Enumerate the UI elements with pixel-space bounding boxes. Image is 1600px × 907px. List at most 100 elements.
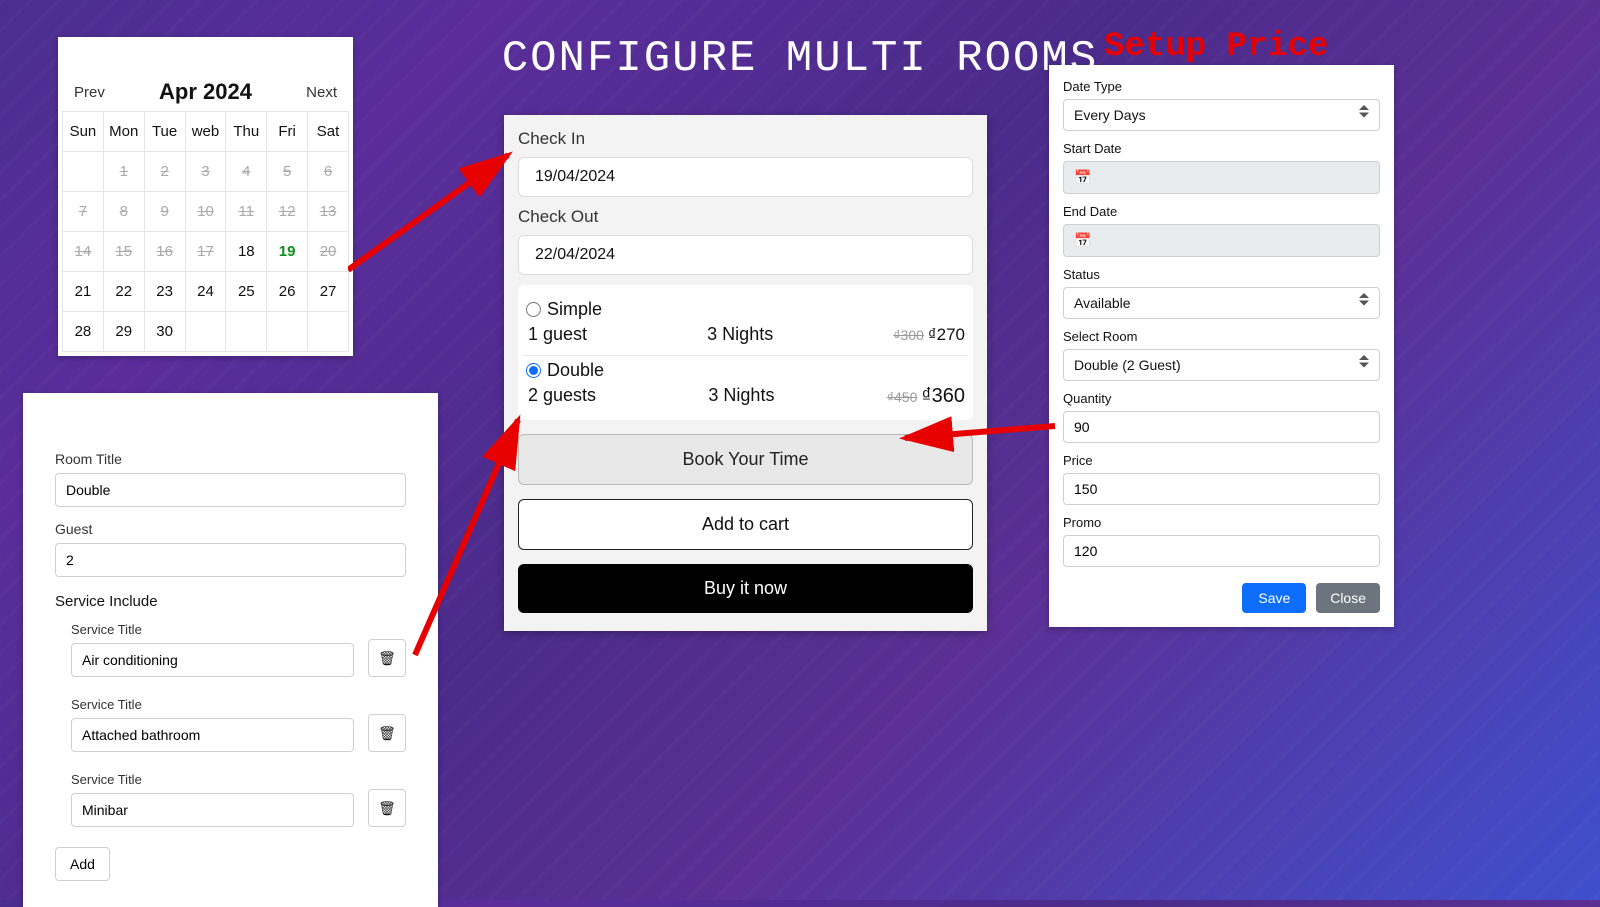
trash-icon: 🗑 — [378, 800, 396, 817]
status-select[interactable]: Available — [1063, 287, 1380, 319]
calendar-day[interactable]: 18 — [226, 232, 267, 272]
calendar-dow: Tue — [144, 112, 185, 152]
service-title-label: Service Title — [71, 622, 354, 637]
calendar-day[interactable]: 1 — [103, 152, 144, 192]
calendar-day[interactable]: 3 — [185, 152, 226, 192]
date-type-label: Date Type — [1063, 79, 1380, 94]
start-date-label: Start Date — [1063, 141, 1380, 156]
prev-month-button[interactable]: Prev — [68, 84, 111, 101]
room-option-radio[interactable] — [526, 363, 541, 378]
calendar-day[interactable]: 12 — [267, 192, 308, 232]
add-service-button[interactable]: Add — [55, 847, 110, 881]
page-title: CONFIGURE MULTI ROOMS — [502, 34, 1099, 84]
room-option-price: ₫360 — [921, 385, 965, 407]
calendar-day[interactable]: 24 — [185, 272, 226, 312]
service-include-heading: Service Include — [55, 593, 406, 610]
buy-now-button[interactable]: Buy it now — [518, 564, 973, 613]
next-month-button[interactable]: Next — [300, 84, 343, 101]
calendar-day[interactable]: 13 — [308, 192, 349, 232]
calendar-month: Apr 2024 — [159, 79, 252, 105]
trash-icon: 🗑 — [378, 725, 396, 742]
calendar-day[interactable]: 2 — [144, 152, 185, 192]
calendar-day[interactable]: 26 — [267, 272, 308, 312]
calendar-day — [308, 312, 349, 352]
promo-label: Promo — [1063, 515, 1380, 530]
room-option-old-price: ₫300 — [893, 327, 924, 343]
service-title-input[interactable] — [71, 793, 354, 827]
calendar-day[interactable]: 15 — [103, 232, 144, 272]
calendar-day — [226, 312, 267, 352]
close-button[interactable]: Close — [1316, 583, 1380, 613]
calendar-day[interactable]: 16 — [144, 232, 185, 272]
add-to-cart-button[interactable]: Add to cart — [518, 499, 973, 550]
checkout-field[interactable]: 22/04/2024 — [518, 235, 973, 275]
calendar-day[interactable]: 11 — [226, 192, 267, 232]
room-option-name: Double — [547, 360, 604, 381]
calendar-day[interactable]: 10 — [185, 192, 226, 232]
configure-room-panel: Room Title Guest Service Include Service… — [23, 393, 438, 907]
setup-price-title: Setup Price — [1104, 28, 1328, 66]
save-button[interactable]: Save — [1242, 583, 1306, 613]
calendar-day[interactable]: 9 — [144, 192, 185, 232]
quantity-label: Quantity — [1063, 391, 1380, 406]
calendar-day[interactable]: 7 — [63, 192, 104, 232]
delete-service-button[interactable]: 🗑 — [368, 639, 406, 677]
date-type-select[interactable]: Every Days — [1063, 99, 1380, 131]
calendar-grid[interactable]: SunMonTuewebThuFriSat 123456789101112131… — [62, 111, 349, 352]
room-option-nights: 3 Nights — [707, 324, 773, 345]
setup-price-panel: Date Type Every Days Start Date 📅 End Da… — [1049, 65, 1394, 627]
calendar-dow: web — [185, 112, 226, 152]
room-option-radio[interactable] — [526, 302, 541, 317]
start-date-input[interactable]: 📅 — [1063, 161, 1380, 194]
calendar-day[interactable]: 22 — [103, 272, 144, 312]
calendar-day[interactable]: 20 — [308, 232, 349, 272]
calendar-day[interactable]: 21 — [63, 272, 104, 312]
calendar-day[interactable]: 6 — [308, 152, 349, 192]
calendar-day[interactable]: 4 — [226, 152, 267, 192]
calendar-panel: Prev Apr 2024 Next SunMonTuewebThuFriSat… — [58, 37, 353, 356]
room-option-guests: 2 guests — [528, 385, 596, 408]
calendar-icon: 📅 — [1074, 169, 1091, 185]
calendar-day[interactable]: 14 — [63, 232, 104, 272]
room-option-name: Simple — [547, 299, 602, 320]
calendar-day — [185, 312, 226, 352]
checkout-label: Check Out — [518, 207, 973, 227]
calendar-icon: 📅 — [1074, 232, 1091, 248]
room-title-input[interactable] — [55, 473, 406, 507]
delete-service-button[interactable]: 🗑 — [368, 714, 406, 752]
book-button[interactable]: Book Your Time — [518, 434, 973, 485]
promo-input[interactable] — [1063, 535, 1380, 567]
guest-input[interactable] — [55, 543, 406, 577]
end-date-label: End Date — [1063, 204, 1380, 219]
calendar-day[interactable]: 8 — [103, 192, 144, 232]
calendar-day[interactable]: 5 — [267, 152, 308, 192]
calendar-day[interactable]: 19 — [267, 232, 308, 272]
calendar-dow: Sat — [308, 112, 349, 152]
end-date-input[interactable]: 📅 — [1063, 224, 1380, 257]
room-select[interactable]: Double (2 Guest) — [1063, 349, 1380, 381]
booking-panel: Check In 19/04/2024 Check Out 22/04/2024… — [504, 115, 987, 631]
status-label: Status — [1063, 267, 1380, 282]
calendar-day[interactable]: 25 — [226, 272, 267, 312]
trash-icon: 🗑 — [378, 650, 396, 667]
select-room-label: Select Room — [1063, 329, 1380, 344]
calendar-dow: Fri — [267, 112, 308, 152]
calendar-dow: Mon — [103, 112, 144, 152]
calendar-day[interactable]: 23 — [144, 272, 185, 312]
checkin-field[interactable]: 19/04/2024 — [518, 157, 973, 197]
delete-service-button[interactable]: 🗑 — [368, 789, 406, 827]
room-option-old-price: ₫450 — [887, 389, 918, 405]
arrow-icon — [348, 140, 523, 275]
calendar-day — [267, 312, 308, 352]
calendar-dow: Thu — [226, 112, 267, 152]
calendar-day[interactable]: 30 — [144, 312, 185, 352]
calendar-day[interactable]: 28 — [63, 312, 104, 352]
checkin-label: Check In — [518, 129, 973, 149]
calendar-day[interactable]: 17 — [185, 232, 226, 272]
calendar-day[interactable]: 27 — [308, 272, 349, 312]
service-title-input[interactable] — [71, 718, 354, 752]
quantity-input[interactable] — [1063, 411, 1380, 443]
price-input[interactable] — [1063, 473, 1380, 505]
calendar-day[interactable]: 29 — [103, 312, 144, 352]
service-title-input[interactable] — [71, 643, 354, 677]
